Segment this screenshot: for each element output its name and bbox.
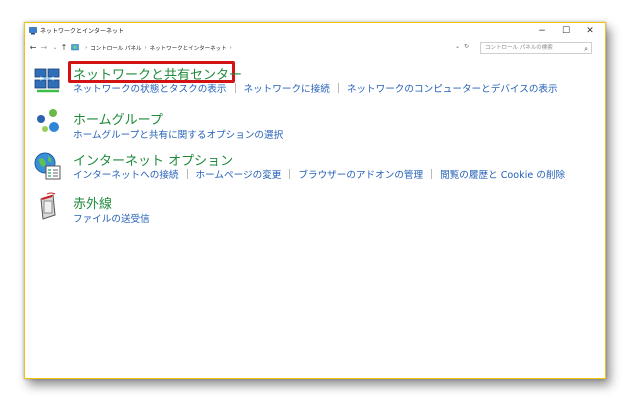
breadcrumb-separator: ›	[85, 45, 88, 51]
link-row: インターネットへの接続 ホームページの変更 ブラウザーのアドオンの管理 閲覧の履…	[73, 167, 565, 181]
search-icon[interactable]: ⌕	[584, 44, 588, 54]
link-connect-network[interactable]: ネットワークに接続	[244, 81, 330, 95]
back-button[interactable]: ←	[28, 42, 38, 54]
link-connect-internet[interactable]: インターネットへの接続	[73, 167, 179, 181]
breadcrumb-control-panel[interactable]: コントロール パネル	[90, 44, 141, 52]
window-title: ネットワークとインターネット	[40, 28, 125, 35]
link-divider	[186, 169, 188, 179]
breadcrumb-network-internet[interactable]: ネットワークとインターネット	[150, 44, 227, 52]
chevron-down-icon[interactable]: ⌄	[455, 43, 460, 53]
link-send-receive-files[interactable]: ファイルの送受信	[73, 211, 150, 225]
link-divider	[337, 83, 339, 93]
breadcrumb-separator: ›	[229, 45, 232, 51]
refresh-icon[interactable]: ↻	[464, 43, 469, 53]
link-homegroup-options[interactable]: ホームグループと共有に関するオプションの選択	[73, 127, 283, 141]
link-view-network-computers[interactable]: ネットワークのコンピューターとデバイスの表示	[347, 81, 558, 95]
address-bar: ← → ⌄ ↑ › コントロール パネル › ネットワークとインターネット › …	[25, 40, 605, 56]
category-title-homegroup[interactable]: ホームグループ	[73, 109, 163, 128]
link-row: ホームグループと共有に関するオプションの選択	[73, 127, 283, 141]
search-placeholder: コントロール パネルの検索	[485, 45, 553, 51]
link-row: ネットワークの状態とタスクの表示 ネットワークに接続 ネットワークのコンピュータ…	[73, 81, 558, 95]
close-button[interactable]: ✕	[579, 24, 601, 38]
forward-button[interactable]: →	[39, 42, 49, 54]
link-change-homepage[interactable]: ホームページの変更	[196, 167, 282, 181]
internet-options-icon[interactable]	[33, 151, 63, 181]
maximize-button[interactable]: ☐	[555, 24, 577, 38]
link-row: ファイルの送受信	[73, 211, 150, 225]
control-panel-icon	[71, 44, 79, 51]
network-sharing-center-icon[interactable]	[33, 65, 63, 95]
category-title-infrared[interactable]: 赤外線	[73, 193, 112, 212]
breadcrumb[interactable]: › コントロール パネル › ネットワークとインターネット ›	[71, 42, 479, 54]
link-divider	[289, 169, 291, 179]
infrared-icon[interactable]	[33, 191, 63, 221]
link-divider	[431, 169, 433, 179]
network-app-icon	[29, 27, 37, 35]
control-panel-window: ネットワークとインターネット − ☐ ✕ ← → ⌄ ↑ › コントロール パネ…	[24, 22, 606, 379]
homegroup-icon[interactable]	[33, 107, 63, 137]
title-bar: ネットワークとインターネット − ☐ ✕	[25, 23, 605, 39]
link-manage-addons[interactable]: ブラウザーのアドオンの管理	[298, 167, 423, 181]
link-delete-history[interactable]: 閲覧の履歴と Cookie の削除	[440, 167, 565, 181]
link-view-network-status[interactable]: ネットワークの状態とタスクの表示	[73, 81, 227, 95]
up-button[interactable]: ↑	[59, 42, 69, 54]
minimize-button[interactable]: −	[531, 24, 553, 38]
search-input[interactable]: コントロール パネルの検索 ⌕	[480, 42, 592, 54]
link-divider	[234, 83, 236, 93]
breadcrumb-separator: ›	[144, 45, 147, 51]
address-actions: ⌄ ↻	[455, 43, 475, 53]
